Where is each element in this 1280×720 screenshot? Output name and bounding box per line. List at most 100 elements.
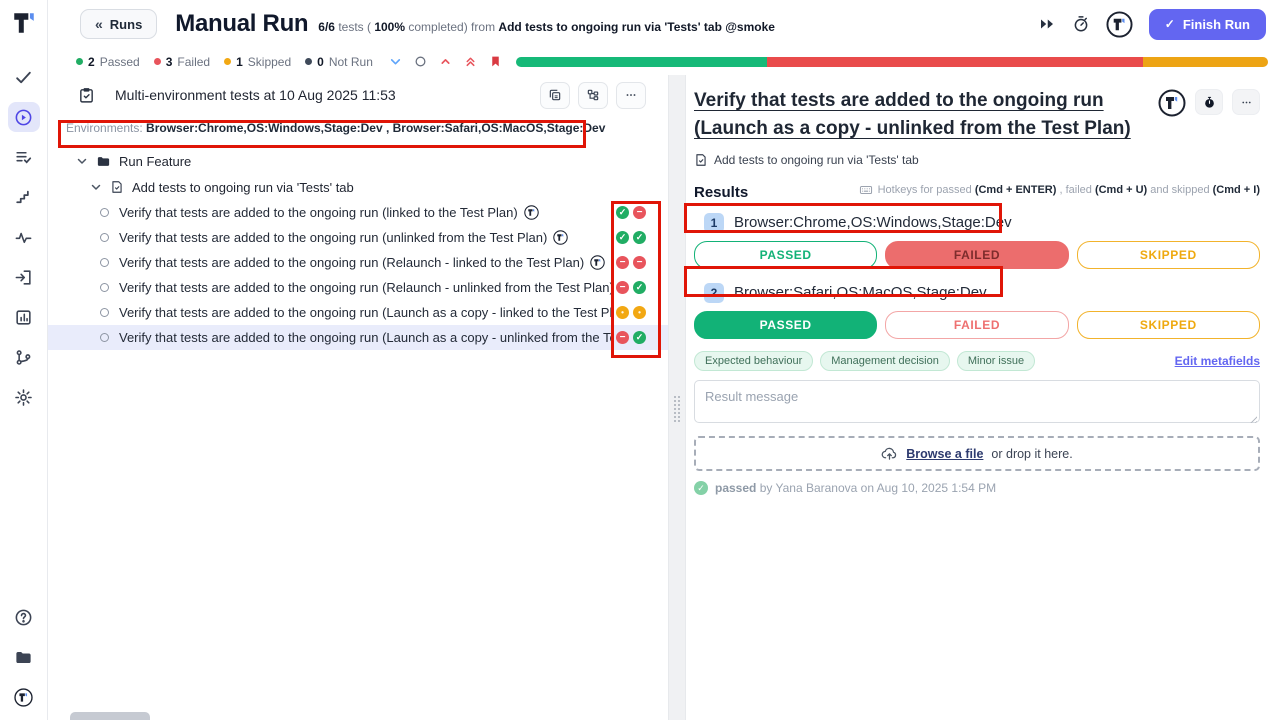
- suite-breadcrumb[interactable]: Add tests to ongoing run via 'Tests' tab: [694, 153, 1260, 167]
- test-row[interactable]: Verify that tests are added to the ongoi…: [48, 275, 668, 300]
- chevron-down-icon[interactable]: [76, 155, 88, 167]
- sidebar-item-runs[interactable]: [8, 102, 40, 132]
- tree-view-button[interactable]: [578, 82, 608, 109]
- test-row[interactable]: Verify that tests are added to the ongoi…: [48, 225, 668, 250]
- failed-button-env1-selected[interactable]: FAILED: [885, 241, 1068, 269]
- test-title: Verify that tests are added to the ongoi…: [119, 255, 584, 270]
- results-heading: Results: [694, 184, 748, 201]
- folder-icon: [96, 154, 111, 169]
- finish-run-button[interactable]: ✓ Finish Run: [1149, 9, 1266, 40]
- avatar-logo-icon[interactable]: [8, 682, 40, 712]
- run-progress-bar: [516, 57, 1268, 67]
- back-to-runs-button[interactable]: « Runs: [80, 9, 157, 39]
- status-buttons-env1: PASSED FAILED SKIPPED: [694, 241, 1260, 269]
- back-label: Runs: [110, 17, 143, 32]
- testomat-badge-icon[interactable]: [1158, 89, 1186, 117]
- tag-minor-issue[interactable]: Minor issue: [957, 351, 1035, 371]
- sidebar-item-plans[interactable]: [8, 142, 40, 172]
- top-header: « Runs Manual Run 6/6 tests ( 100% compl…: [48, 0, 1280, 48]
- skipped-button-env2[interactable]: SKIPPED: [1077, 311, 1260, 339]
- tag-expected-behaviour[interactable]: Expected behaviour: [694, 351, 813, 371]
- tree-suite-row[interactable]: Add tests to ongoing run via 'Tests' tab: [48, 174, 668, 200]
- testomat-badge-icon: [553, 230, 568, 245]
- sidebar-item-steps[interactable]: [8, 182, 40, 212]
- test-row[interactable]: Verify that tests are added to the ongoi…: [48, 300, 668, 325]
- keyboard-icon: [859, 183, 873, 197]
- history-byline: by Yana Baranova on Aug 10, 2025 1:54 PM: [756, 481, 996, 495]
- timer-icon[interactable]: [1072, 15, 1090, 33]
- bookmark-icon[interactable]: [489, 55, 502, 68]
- help-icon[interactable]: [8, 602, 40, 632]
- test-row[interactable]: Verify that tests are added to the ongoi…: [48, 200, 668, 225]
- browse-file-link[interactable]: Browse a file: [906, 447, 983, 461]
- percent-completed: 100%: [374, 20, 405, 34]
- result-message-container: [694, 380, 1260, 428]
- fast-forward-icon[interactable]: [1038, 15, 1056, 33]
- env-status-pair: [616, 281, 646, 294]
- back-chevrons-icon: «: [95, 16, 103, 32]
- suite-doc-icon: [110, 180, 124, 194]
- tree-feature-row[interactable]: Run Feature: [48, 148, 668, 174]
- skipped-button-env1[interactable]: SKIPPED: [1077, 241, 1260, 269]
- tests-count: 6/6: [318, 20, 335, 34]
- sidebar-item-tests[interactable]: [8, 62, 40, 92]
- test-title: Verify that tests are added to the ongoi…: [119, 230, 547, 245]
- failed-dot-icon: [154, 58, 161, 65]
- test-row-selected[interactable]: Verify that tests are added to the ongoi…: [48, 325, 668, 350]
- chevron-down-icon[interactable]: [90, 181, 102, 193]
- passed-status-icon: [616, 231, 629, 244]
- result-history-line: passed by Yana Baranova on Aug 10, 2025 …: [694, 481, 1260, 495]
- chevron-down-icon[interactable]: [389, 55, 402, 68]
- test-bullet-icon: [100, 233, 109, 242]
- hotkeys-hint: Hotkeys for passed (Cmd + ENTER) , faile…: [859, 183, 1260, 197]
- passed-button-env1[interactable]: PASSED: [694, 241, 877, 269]
- circle-icon[interactable]: [414, 55, 427, 68]
- history-status: passed: [715, 481, 756, 495]
- panel-splitter[interactable]: [668, 75, 686, 720]
- folder-icon[interactable]: [8, 642, 40, 672]
- sidebar-item-reports[interactable]: [8, 302, 40, 332]
- chevron-up-icon[interactable]: [439, 55, 452, 68]
- icon-sidebar: [0, 0, 48, 720]
- sidebar-item-branches[interactable]: [8, 342, 40, 372]
- edit-metafields-link[interactable]: Edit metafields: [1175, 354, 1260, 368]
- notrun-dot-icon: [305, 58, 312, 65]
- passed-check-icon: [694, 481, 708, 495]
- env-name: Browser:Chrome,OS:Windows,Stage:Dev: [734, 214, 1012, 231]
- user-avatar[interactable]: [1106, 11, 1133, 38]
- app-root: « Runs Manual Run 6/6 tests ( 100% compl…: [0, 0, 1280, 720]
- passed-status-icon: [633, 231, 646, 244]
- result-message-input[interactable]: [694, 380, 1260, 423]
- horizontal-scrollbar-thumb[interactable]: [70, 712, 150, 720]
- test-row[interactable]: Verify that tests are added to the ongoi…: [48, 250, 668, 275]
- stopwatch-button[interactable]: [1195, 89, 1223, 115]
- test-title: Verify that tests are added to the ongoi…: [119, 305, 613, 320]
- double-chevron-up-icon[interactable]: [464, 55, 477, 68]
- file-dropzone[interactable]: Browse a file or drop it here.: [694, 436, 1260, 471]
- progress-passed-segment: [516, 57, 767, 67]
- test-tree-panel: Multi-environment tests at 10 Aug 2025 1…: [48, 75, 668, 720]
- splitter-drag-handle-icon[interactable]: [673, 395, 682, 423]
- sidebar-item-pulse[interactable]: [8, 222, 40, 252]
- test-title: Verify that tests are added to the ongoi…: [119, 330, 613, 345]
- sidebar-item-import[interactable]: [8, 262, 40, 292]
- failed-button-env2[interactable]: FAILED: [885, 311, 1068, 339]
- more-options-button[interactable]: [616, 82, 646, 109]
- env-status-pair: [616, 231, 646, 244]
- more-options-button[interactable]: [1232, 89, 1260, 115]
- tag-management-decision[interactable]: Management decision: [820, 351, 950, 371]
- passed-status-icon: [633, 331, 646, 344]
- environments-line: Environments: Browser:Chrome,OS:Windows,…: [48, 115, 668, 140]
- env-name: Browser:Safari,OS:MacOS,Stage:Dev: [734, 284, 987, 301]
- environment-result-2: 2 Browser:Safari,OS:MacOS,Stage:Dev: [694, 278, 1260, 307]
- test-bullet-icon: [100, 333, 109, 342]
- status-buttons-env2: PASSED FAILED SKIPPED: [694, 311, 1260, 339]
- testomat-logo-icon[interactable]: [11, 10, 37, 36]
- copy-run-button[interactable]: [540, 82, 570, 109]
- sidebar-item-settings[interactable]: [8, 382, 40, 412]
- passed-count: 2Passed: [76, 55, 140, 69]
- feature-label: Run Feature: [119, 154, 191, 169]
- test-detail-title[interactable]: Verify that tests are added to the ongoi…: [694, 87, 1158, 143]
- run-name: Multi-environment tests at 10 Aug 2025 1…: [115, 87, 396, 103]
- passed-button-env2-selected[interactable]: PASSED: [694, 311, 877, 339]
